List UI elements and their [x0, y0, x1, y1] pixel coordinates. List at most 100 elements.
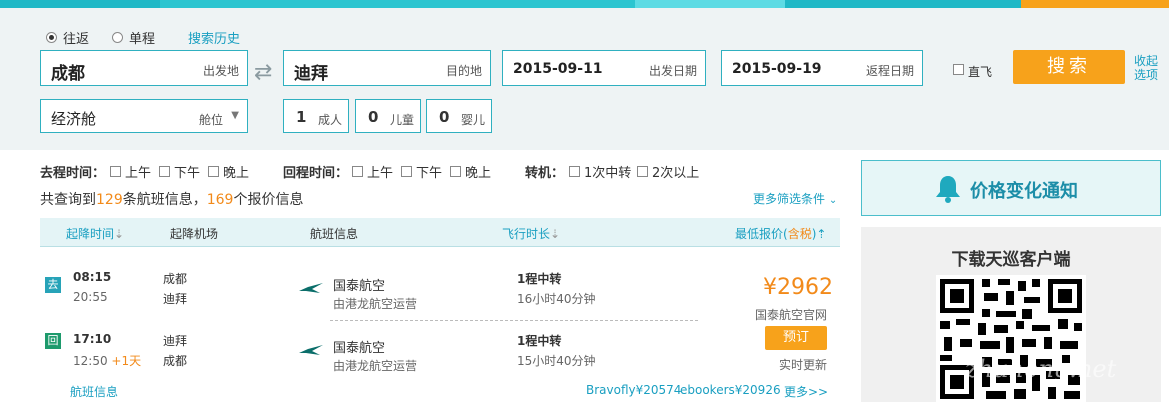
return-evening-filter[interactable]: 晚上	[450, 162, 491, 181]
top-bar-segment	[0, 0, 160, 8]
depart-date-label: 出发日期	[648, 64, 697, 78]
outbound-tag: 去	[45, 277, 61, 293]
transfer-filter-label: 转机：	[525, 166, 565, 181]
return-date-value: 2015-09-19	[732, 61, 822, 77]
one-way-label: 单程	[129, 32, 156, 47]
return-departure-airport: 迪拜	[163, 334, 188, 348]
origin-field[interactable]: 成都 出发地	[40, 50, 248, 86]
radio-unchecked-icon	[112, 32, 123, 43]
return-operator: 由港龙航空运营	[333, 359, 418, 373]
top-bar-segment	[635, 0, 785, 8]
infants-field[interactable]: 0 婴儿	[426, 99, 492, 133]
return-airline: 国泰航空	[333, 341, 386, 356]
destination-value: 迪拜	[294, 64, 328, 84]
outbound-airline: 国泰航空	[333, 279, 386, 294]
summary-text: 条航班信息，	[122, 192, 207, 208]
origin-label: 出发地	[202, 64, 239, 78]
return-afternoon-filter[interactable]: 下午	[401, 162, 442, 181]
column-flight: 航班信息	[310, 227, 359, 241]
checkbox[interactable]	[401, 166, 412, 177]
return-morning-filter[interactable]: 上午	[352, 162, 393, 181]
filter-option-label: 下午	[174, 166, 201, 181]
adults-label: 成人	[317, 113, 342, 127]
column-label: 起降时间	[66, 227, 115, 241]
children-field[interactable]: 0 儿童	[355, 99, 421, 133]
price-alert-button[interactable]: 价格变化通知	[861, 160, 1161, 216]
round-trip-label: 往返	[63, 32, 90, 47]
return-departure-time: 17:10	[73, 332, 112, 346]
adults-field[interactable]: 1 成人	[283, 99, 349, 133]
fold-options-link[interactable]: 收起选项	[1134, 54, 1164, 82]
alt-price-bravofly[interactable]: Bravofly¥20574	[586, 383, 681, 397]
column-label: 最低报价(	[735, 227, 788, 241]
origin-value: 成都	[51, 64, 85, 84]
price-alert-label: 价格变化通知	[970, 181, 1078, 202]
outbound-departure-airport: 成都	[163, 272, 188, 286]
checkbox[interactable]	[159, 166, 170, 177]
alt-price-ebookers[interactable]: ebookers¥20926	[680, 383, 781, 397]
swap-icon[interactable]: ⇄	[254, 60, 272, 85]
infants-count: 0	[439, 108, 450, 126]
filter-option-label: 下午	[416, 166, 443, 181]
outbound-stops: 1程中转	[517, 272, 562, 286]
cathay-pacific-logo-icon	[299, 283, 323, 293]
search-history-link[interactable]: 搜索历史	[188, 28, 240, 47]
realtime-update-label: 实时更新	[779, 358, 828, 372]
filter-option-label: 晚上	[465, 166, 492, 181]
direct-flight-checkbox[interactable]	[953, 64, 964, 75]
top-bar-segment	[785, 0, 1021, 8]
sort-by-duration[interactable]: 飞行时长⇣	[502, 225, 560, 242]
book-button[interactable]: 预订	[765, 326, 827, 350]
filter-option-label: 2次以上	[652, 166, 700, 181]
summary-text: 共查询到	[40, 192, 96, 208]
one-way-radio[interactable]: 单程	[112, 28, 155, 47]
destination-field[interactable]: 迪拜 目的地	[283, 50, 491, 86]
app-download-title: 下载天巡客户端	[951, 250, 1071, 270]
results-summary: 共查询到129条航班信息，169个报价信息	[40, 189, 303, 209]
depart-morning-filter[interactable]: 上午	[110, 162, 151, 181]
checkbox[interactable]	[569, 166, 580, 177]
return-date-label: 返程日期	[865, 64, 914, 78]
depart-time-filter-label: 去程时间：	[40, 166, 106, 181]
one-stop-filter[interactable]: 1次中转	[569, 162, 631, 181]
return-stops: 1程中转	[517, 334, 562, 348]
cathay-pacific-logo-icon	[299, 345, 323, 355]
checkbox[interactable]	[208, 166, 219, 177]
more-filters-link[interactable]: 更多筛选条件 ⌄	[753, 190, 837, 207]
destination-label: 目的地	[445, 64, 482, 78]
return-arrival-airport: 成都	[163, 354, 188, 368]
sort-by-time[interactable]: 起降时间⇣	[66, 225, 124, 242]
checkbox[interactable]	[352, 166, 363, 177]
sort-arrow-icon: ⇣	[550, 227, 561, 241]
checkbox[interactable]	[450, 166, 461, 177]
more-prices-link[interactable]: 更多>>	[784, 383, 828, 400]
filter-option-label: 上午	[125, 166, 152, 181]
radio-checked-icon	[46, 32, 57, 43]
chevron-down-icon: ▼	[231, 110, 239, 121]
price-vendor[interactable]: 国泰航空官网	[755, 306, 827, 323]
checkbox[interactable]	[110, 166, 121, 177]
flight-info-link[interactable]: 航班信息	[70, 383, 118, 400]
more-filters-label: 更多筛选条件	[753, 192, 826, 206]
cabin-select[interactable]: 经济舱 舱位 ▼	[40, 99, 248, 133]
depart-evening-filter[interactable]: 晚上	[208, 162, 249, 181]
search-button[interactable]: 搜索	[1013, 50, 1125, 84]
outbound-arrival-time: 20:55	[73, 290, 108, 304]
return-date-field[interactable]: 2015-09-19 返程日期	[721, 50, 923, 86]
cabin-label: 舱位	[198, 113, 223, 127]
two-plus-stops-filter[interactable]: 2次以上	[637, 162, 699, 181]
return-tag: 回	[45, 333, 61, 349]
checkbox[interactable]	[637, 166, 648, 177]
children-label: 儿童	[389, 113, 414, 127]
return-arrival-time: 12:50	[73, 354, 108, 368]
depart-date-field[interactable]: 2015-09-11 出发日期	[502, 50, 706, 86]
flight-count: 129	[96, 192, 123, 208]
round-trip-radio[interactable]: 往返	[46, 28, 89, 47]
top-color-bar	[0, 0, 1169, 8]
filter-option-label: 上午	[367, 166, 394, 181]
direct-flight-label: 直飞	[968, 65, 993, 79]
sort-by-price[interactable]: 最低报价(含税)⇡	[735, 225, 826, 242]
outbound-operator: 由港龙航空运营	[333, 297, 418, 311]
column-label: 飞行时长	[502, 227, 551, 241]
depart-afternoon-filter[interactable]: 下午	[159, 162, 200, 181]
